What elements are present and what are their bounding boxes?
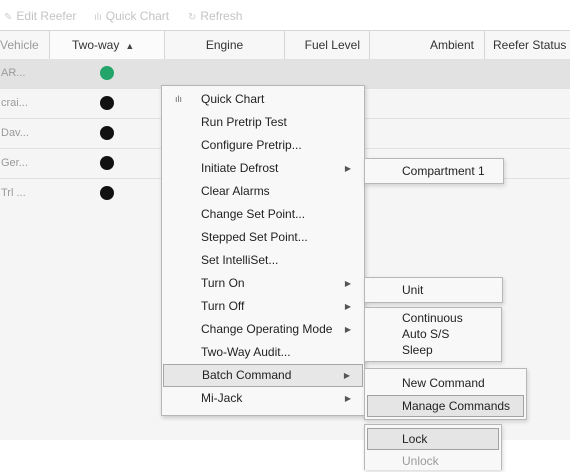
submenu-item-compartment-1[interactable]: Compartment 1 [365, 160, 503, 182]
submenu-arrow-icon: ▶ [344, 302, 351, 311]
menu-item-change-set-point[interactable]: Change Set Point... [162, 203, 364, 226]
submenu-arrow-icon: ▶ [344, 164, 351, 173]
chart-icon: ılı [94, 12, 102, 23]
grid-header: Vehicle Two-way ▲ Engine Fuel Level Ambie… [0, 30, 570, 60]
column-reefer-status[interactable]: Reefer Status [485, 31, 570, 59]
submenu-item-unlock: Unlock [402, 454, 439, 468]
menu-item-turn-on[interactable]: Turn On ▶ [162, 272, 364, 295]
submenu-batch-command: New Command Manage Commands [364, 368, 527, 420]
submenu-item-lock[interactable]: Lock [367, 428, 499, 450]
column-ambient[interactable]: Ambient [370, 31, 485, 59]
menu-item-configure-pretrip[interactable]: Configure Pretrip... [162, 134, 364, 157]
status-indicator-icon [100, 186, 114, 200]
quick-chart-button[interactable]: ılı Quick Chart [94, 9, 169, 23]
context-menu: ılı Quick Chart Run Pretrip Test Configur… [161, 85, 365, 416]
submenu-turn-on: Unit [364, 277, 503, 303]
menu-item-turn-off[interactable]: Turn Off ▶ [162, 295, 364, 318]
menu-item-quick-chart[interactable]: ılı Quick Chart [162, 88, 364, 111]
chart-icon: ılı [175, 94, 183, 104]
refresh-icon: ↻ [188, 12, 197, 23]
column-vehicle[interactable]: Vehicle [0, 31, 50, 59]
menu-item-batch-command[interactable]: Batch Command ▶ [163, 364, 363, 387]
submenu-item-manage-commands[interactable]: Manage Commands [367, 395, 524, 417]
menu-item-change-operating-mode[interactable]: Change Operating Mode ▶ [162, 318, 364, 341]
menu-item-stepped-set-point[interactable]: Stepped Set Point... [162, 226, 364, 249]
menu-item-mi-jack[interactable]: Mi-Jack ▶ [162, 387, 364, 410]
menu-item-clear-alarms[interactable]: Clear Alarms [162, 180, 364, 203]
submenu-item-continuous[interactable]: Continuous [365, 310, 501, 326]
edit-reefer-button[interactable]: ✎ Edit Reefer [4, 9, 76, 23]
column-fuel-level[interactable]: Fuel Level [285, 31, 370, 59]
column-two-way[interactable]: Two-way ▲ [50, 31, 165, 59]
submenu-item-new-command[interactable]: New Command [365, 372, 526, 395]
submenu-operating-mode: Continuous Auto S/S Sleep [364, 307, 502, 362]
sort-ascending-icon: ▲ [125, 41, 135, 51]
menu-item-initiate-defrost[interactable]: Initiate Defrost ▶ [162, 157, 364, 180]
submenu-item-unit[interactable]: Unit [365, 279, 502, 301]
toolbar: ✎ Edit Reefer ılı Quick Chart ↻ Refresh [0, 0, 570, 30]
submenu-item-auto-ss[interactable]: Auto S/S [365, 326, 501, 342]
status-indicator-icon [100, 156, 114, 170]
status-indicator-icon [100, 66, 114, 80]
submenu-lock: Lock Unlock [364, 424, 502, 470]
status-indicator-icon [100, 96, 114, 110]
submenu-arrow-icon: ▶ [344, 279, 351, 288]
column-engine[interactable]: Engine [165, 31, 285, 59]
menu-item-set-intelliset[interactable]: Set IntelliSet... [162, 249, 364, 272]
submenu-defrost: Compartment 1 [364, 158, 504, 184]
submenu-item-sleep[interactable]: Sleep [365, 342, 501, 358]
submenu-arrow-icon: ▶ [344, 325, 351, 334]
menu-item-two-way-audit[interactable]: Two-Way Audit... [162, 341, 364, 364]
status-indicator-icon [100, 126, 114, 140]
refresh-button[interactable]: ↻ Refresh [188, 9, 242, 23]
submenu-arrow-icon: ▶ [344, 394, 351, 403]
menu-item-run-pretrip-test[interactable]: Run Pretrip Test [162, 111, 364, 134]
submenu-arrow-icon: ▶ [343, 371, 350, 380]
edit-icon: ✎ [4, 12, 13, 23]
